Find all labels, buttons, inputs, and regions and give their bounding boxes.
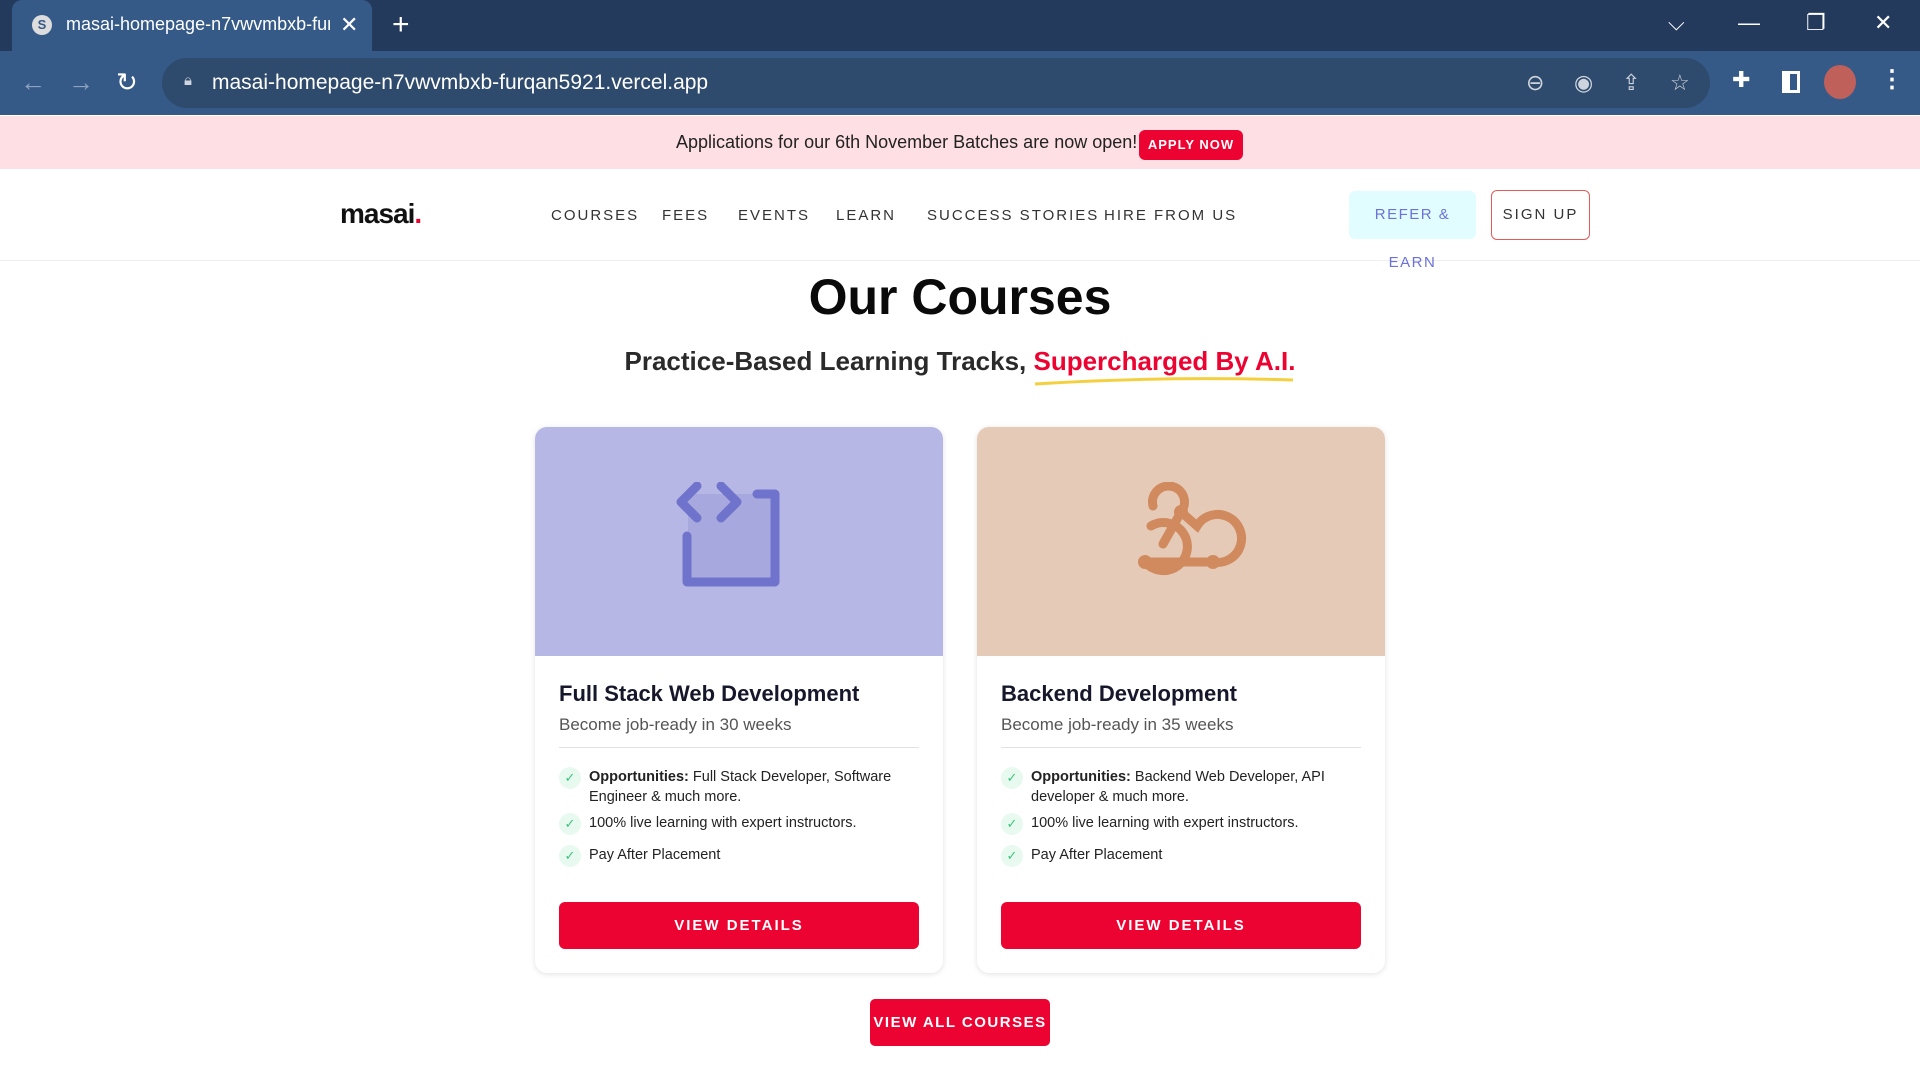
course-duration: Become job-ready in 35 weeks [1001,715,1234,734]
logo-dot: . [414,198,422,229]
check-icon: ✓ [559,845,581,867]
feature-text: 100% live learning with expert instructo… [589,815,857,831]
reload-icon[interactable]: ↻ [116,67,138,98]
feature-label: Opportunities: [1031,769,1131,785]
feature-text: 100% live learning with expert instructo… [1031,815,1299,831]
restore-icon[interactable]: ❐ [1806,10,1826,36]
course-duration: Become job-ready in 30 weeks [559,715,792,734]
forward-icon[interactable]: → [68,67,94,98]
view-details-button[interactable]: VIEW DETAILS [1001,902,1361,949]
course-image [977,427,1385,656]
subtitle-highlight: Supercharged By A.I. [1033,346,1296,386]
course-card: Backend Development Become job-ready in … [977,427,1385,973]
nav-learn[interactable]: LEARN [836,207,896,224]
lock-icon: 🔒︎ [184,72,192,89]
highlight-text: Supercharged By A.I. [1033,346,1296,376]
address-bar[interactable]: 🔒︎ masai-homepage-n7vwvmbxb-furqan5921.v… [162,58,1710,108]
course-image [535,427,943,656]
menu-icon[interactable]: ⋮ [1880,65,1904,94]
close-window-icon[interactable]: ✕ [1874,10,1892,36]
browser-tab[interactable]: S masai-homepage-n7vwvmbxb-furqan5921.ve… [12,0,372,51]
side-panel-icon[interactable] [1782,71,1800,93]
tab-search-icon[interactable]: ⌵ [1668,10,1685,36]
browser-tab-bar: S masai-homepage-n7vwvmbxb-furqan5921.ve… [0,0,1920,51]
banner-message: Applications for our 6th November Batche… [676,132,1138,152]
divider [559,747,919,748]
close-tab-icon[interactable]: ✕ [340,12,358,38]
apply-now-button[interactable]: APPLY NOW [1139,130,1243,160]
divider [1001,747,1361,748]
feature-label: Opportunities: [589,769,689,785]
section-subtitle: Practice-Based Learning Tracks, Supercha… [0,346,1920,386]
check-icon: ✓ [559,767,581,789]
feature-item: ✓ 100% live learning with expert instruct… [559,813,919,835]
page-title: Our Courses [808,269,1112,325]
view-details-button[interactable]: VIEW DETAILS [559,902,919,949]
code-icon [676,482,780,587]
tab-title: masai-homepage-n7vwvmbxb-furqan5921.verc… [66,14,330,34]
sign-up-button[interactable]: SIGN UP [1491,190,1590,240]
browser-toolbar: ← → ↻ 🔒︎ masai-homepage-n7vwvmbxb-furqan… [0,51,1920,115]
masai-logo[interactable]: masai. [340,198,422,230]
refer-earn-button[interactable]: REFER & EARN [1349,191,1476,271]
minimize-icon[interactable]: — [1738,10,1760,36]
nav-success-stories[interactable]: SUCCESS STORIES [927,207,1099,224]
feature-text: Pay After Placement [1031,847,1163,863]
check-icon: ✓ [559,813,581,835]
logo-text: masai [340,198,415,229]
check-icon: ✓ [1001,767,1023,789]
feature-item: ✓ Pay After Placement [1001,845,1361,867]
nav-courses[interactable]: COURSES [551,207,639,224]
extensions-icon[interactable]: ✚ [1732,67,1750,93]
check-icon: ✓ [1001,845,1023,867]
announcement-banner: Applications for our 6th November Batche… [0,116,1920,169]
course-title: Full Stack Web Development [559,681,860,706]
subtitle-prefix: Practice-Based Learning Tracks, [624,346,1034,376]
webhook-icon [1138,482,1246,576]
nav-events[interactable]: EVENTS [738,207,810,224]
view-all-courses-button[interactable]: VIEW ALL COURSES [870,999,1050,1046]
site-navbar: masai. COURSES FEES EVENTS LEARN SUCCESS… [0,169,1920,271]
url-text[interactable]: masai-homepage-n7vwvmbxb-furqan5921.verc… [212,71,708,95]
nav-hire-from-us[interactable]: HIRE FROM US [1104,207,1237,224]
course-card: Full Stack Web Development Become job-re… [535,427,943,973]
avatar[interactable] [1824,65,1856,99]
bookmark-star-icon[interactable]: ☆ [1670,70,1690,96]
feature-text: Pay After Placement [589,847,721,863]
underline-squiggle [1035,377,1294,386]
feature-item: ✓ 100% live learning with expert instruct… [1001,813,1361,835]
eye-off-icon[interactable]: ◉ [1574,70,1593,96]
share-icon[interactable]: ⇪ [1622,70,1640,96]
feature-item: ✓ Opportunities: Full Stack Developer, So… [559,767,919,807]
back-icon[interactable]: ← [20,67,46,98]
favicon-icon: S [32,15,52,35]
feature-item: ✓ Pay After Placement [559,845,919,867]
nav-fees[interactable]: FEES [662,207,709,224]
new-tab-button[interactable]: + [392,8,410,42]
check-icon: ✓ [1001,813,1023,835]
zoom-icon[interactable]: ⊖ [1526,70,1544,96]
feature-item: ✓ Opportunities: Backend Web Developer, A… [1001,767,1361,807]
course-title: Backend Development [1001,681,1237,706]
